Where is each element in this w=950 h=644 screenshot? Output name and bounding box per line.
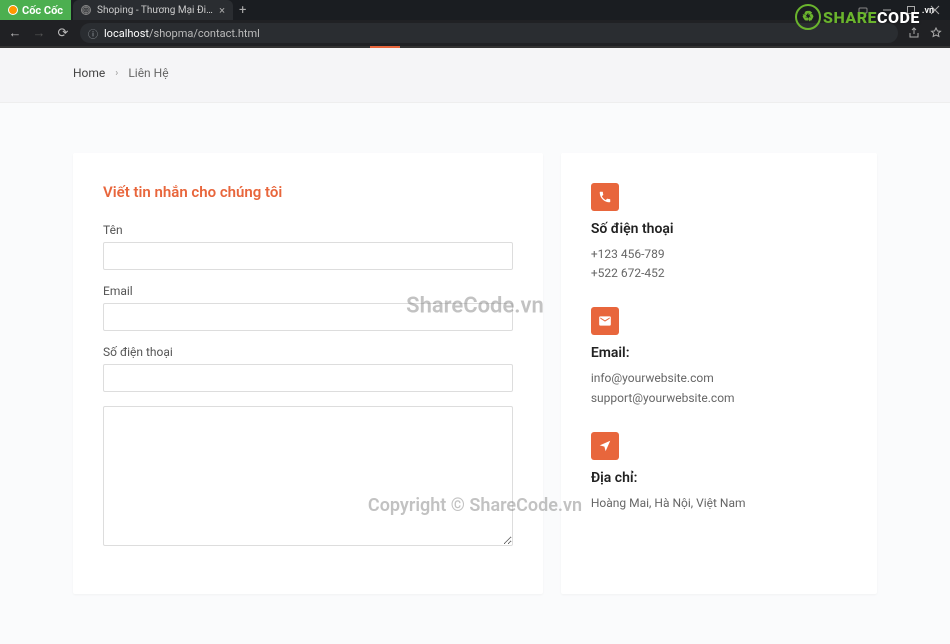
phone-label: Số điện thoại bbox=[103, 345, 513, 359]
page-body: Viết tin nhắn cho chúng tôi Tên Email Số… bbox=[0, 103, 950, 644]
url-path: /shopma/contact.html bbox=[149, 27, 260, 40]
toolbar-right bbox=[908, 27, 942, 39]
titlebar-left: Cốc Cốc Shoping - Thương Mại Điện × + bbox=[0, 0, 252, 20]
email-title: Email: bbox=[591, 345, 847, 361]
phone-icon bbox=[591, 183, 619, 211]
phone-input[interactable] bbox=[103, 364, 513, 392]
address-title: Địa chỉ: bbox=[591, 470, 847, 486]
browser-tab[interactable]: Shoping - Thương Mại Điện × bbox=[73, 0, 233, 20]
content-row: Viết tin nhắn cho chúng tôi Tên Email Số… bbox=[65, 153, 885, 594]
form-title: Viết tin nhắn cho chúng tôi bbox=[103, 183, 513, 201]
bookmark-icon[interactable] bbox=[930, 27, 942, 39]
url-text: localhost/shopma/contact.html bbox=[104, 27, 260, 40]
phone-line-2: +522 672-452 bbox=[591, 264, 847, 283]
chevron-right-icon: › bbox=[115, 68, 118, 79]
minimize-icon[interactable] bbox=[882, 5, 892, 15]
location-arrow-icon bbox=[591, 432, 619, 460]
contact-form-card: Viết tin nhắn cho chúng tôi Tên Email Số… bbox=[73, 153, 543, 594]
tab-title: Shoping - Thương Mại Điện bbox=[97, 5, 213, 16]
globe-icon bbox=[81, 5, 91, 15]
phone-title: Số điện thoại bbox=[591, 221, 847, 237]
name-label: Tên bbox=[103, 223, 513, 237]
url-host: localhost bbox=[104, 27, 149, 40]
message-textarea[interactable] bbox=[103, 406, 513, 546]
address-line-1: Hoàng Mai, Hà Nội, Việt Nam bbox=[591, 494, 847, 513]
breadcrumb-section: Home › Liên Hệ bbox=[0, 48, 950, 103]
address-bar: ← → ⟳ ⓘ localhost/shopma/contact.html bbox=[0, 20, 950, 46]
share-icon[interactable] bbox=[908, 27, 920, 39]
breadcrumb: Home › Liên Hệ bbox=[65, 66, 885, 80]
info-address-block: Địa chỉ: Hoàng Mai, Hà Nội, Việt Nam bbox=[591, 432, 847, 513]
incognito-icon[interactable] bbox=[858, 5, 868, 15]
contact-info-card: Số điện thoại +123 456-789 +522 672-452 … bbox=[561, 153, 877, 594]
name-input[interactable] bbox=[103, 242, 513, 270]
nav-underline bbox=[0, 46, 950, 48]
form-group-message bbox=[103, 406, 513, 550]
email-label: Email bbox=[103, 284, 513, 298]
form-group-name: Tên bbox=[103, 223, 513, 270]
browser-logo[interactable]: Cốc Cốc bbox=[0, 0, 71, 20]
mail-icon bbox=[591, 307, 619, 335]
window-close-icon[interactable] bbox=[930, 5, 940, 15]
window-titlebar: Cốc Cốc Shoping - Thương Mại Điện × + bbox=[0, 0, 950, 20]
window-controls bbox=[848, 5, 950, 15]
url-input[interactable]: ⓘ localhost/shopma/contact.html bbox=[80, 23, 898, 43]
back-button[interactable]: ← bbox=[8, 25, 22, 41]
email-input[interactable] bbox=[103, 303, 513, 331]
reload-button[interactable]: ⟳ bbox=[56, 26, 70, 41]
forward-button[interactable]: → bbox=[32, 25, 46, 41]
browser-name: Cốc Cốc bbox=[22, 4, 63, 17]
info-icon: ⓘ bbox=[88, 26, 98, 41]
info-phone-block: Số điện thoại +123 456-789 +522 672-452 bbox=[591, 183, 847, 283]
phone-line-1: +123 456-789 bbox=[591, 245, 847, 264]
close-icon[interactable]: × bbox=[219, 4, 225, 17]
breadcrumb-home[interactable]: Home bbox=[73, 66, 105, 80]
email-line-2: support@yourwebsite.com bbox=[591, 389, 847, 408]
form-group-email: Email bbox=[103, 284, 513, 331]
info-email-block: Email: info@yourwebsite.com support@your… bbox=[591, 307, 847, 407]
form-group-phone: Số điện thoại bbox=[103, 345, 513, 392]
maximize-icon[interactable] bbox=[906, 5, 916, 15]
logo-dot-icon bbox=[8, 5, 18, 15]
new-tab-button[interactable]: + bbox=[233, 3, 252, 18]
breadcrumb-current: Liên Hệ bbox=[128, 66, 168, 80]
email-line-1: info@yourwebsite.com bbox=[591, 369, 847, 388]
